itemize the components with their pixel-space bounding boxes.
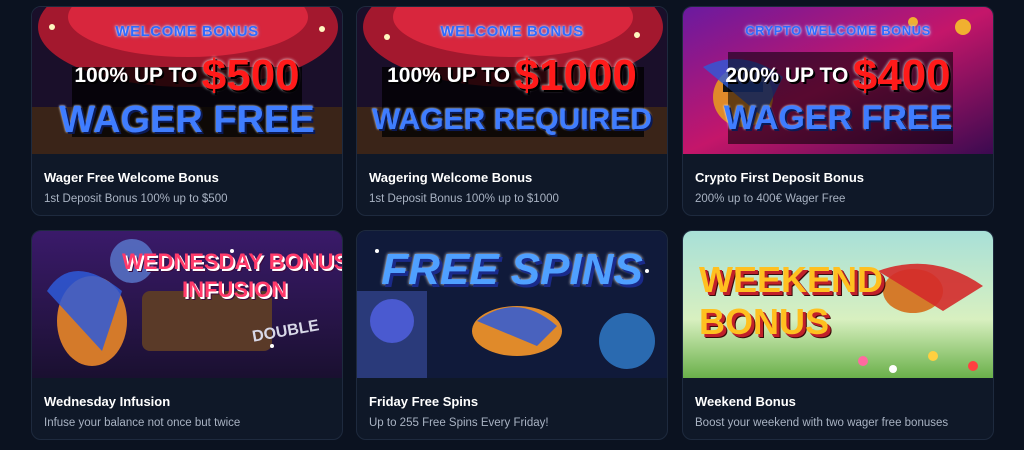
promo-info: Wagering Welcome Bonus 1st Deposit Bonus… — [357, 154, 667, 205]
promo-description: 200% up to 400€ Wager Free — [695, 193, 846, 205]
promo-info: Friday Free Spins Up to 255 Free Spins E… — [357, 378, 667, 429]
promo-info: Crypto First Deposit Bonus 200% up to 40… — [683, 154, 993, 205]
banner-tag: CRYPTO WELCOME BONUS — [745, 23, 931, 38]
banner-tag: WELCOME BONUS — [440, 23, 584, 40]
banner-main: WAGER FREE — [59, 99, 315, 141]
promo-title: Wednesday Infusion — [44, 394, 171, 409]
promo-description: Up to 255 Free Spins Every Friday! — [369, 417, 549, 429]
promo-info: Wager Free Welcome Bonus 1st Deposit Bon… — [32, 154, 342, 205]
promo-card-wager-free-welcome[interactable]: WELCOME BONUS 100% UP TO $500 WAGER FREE… — [31, 6, 343, 216]
banner-line1: WEEKEND — [699, 259, 884, 300]
promo-banner: CRYPTO WELCOME BONUS 200% UP TO $400 WAG… — [683, 7, 993, 154]
promo-card-friday-free-spins[interactable]: FREE SPINS Friday Free Spins Up to 255 F… — [356, 230, 668, 440]
promo-card-crypto-first-deposit[interactable]: CRYPTO WELCOME BONUS 200% UP TO $400 WAG… — [682, 6, 994, 216]
promo-info: Weekend Bonus Boost your weekend with tw… — [683, 378, 993, 429]
promo-card-wagering-welcome[interactable]: WELCOME BONUS 100% UP TO $1000 WAGER REQ… — [356, 6, 668, 216]
banner-line1: FREE SPINS — [381, 245, 643, 294]
promo-banner: WEEKEND BONUS — [683, 231, 993, 378]
banner-amount: $500 — [201, 51, 300, 100]
banner-line1: WEDNESDAY BONUS — [122, 249, 342, 274]
banner-main: WAGER REQUIRED — [371, 103, 653, 136]
banner-line2: INFUSION — [182, 277, 288, 302]
promo-title: Friday Free Spins — [369, 394, 479, 409]
promotions-grid: WELCOME BONUS 100% UP TO $500 WAGER FREE… — [0, 0, 1024, 450]
banner-main: WAGER FREE — [723, 99, 953, 137]
promo-banner: FREE SPINS — [357, 231, 667, 378]
banner-amount: $400 — [852, 51, 951, 100]
promo-description: Infuse your balance not once but twice — [44, 417, 241, 429]
banner-offer: 200% UP TO $400 — [683, 51, 993, 101]
promo-banner: WELCOME BONUS 100% UP TO $500 WAGER FREE — [32, 7, 342, 154]
promo-title: Wager Free Welcome Bonus — [44, 170, 219, 185]
promo-card-weekend-bonus[interactable]: WEEKEND BONUS Weekend Bonus Boost your w… — [682, 230, 994, 440]
promo-description: Boost your weekend with two wager free b… — [695, 417, 949, 429]
promo-description: 1st Deposit Bonus 100% up to $1000 — [369, 193, 559, 205]
promo-banner: WELCOME BONUS 100% UP TO $1000 WAGER REQ… — [357, 7, 667, 154]
banner-pre: 100% UP TO — [387, 64, 511, 87]
banner-pre: 100% UP TO — [74, 64, 198, 87]
banner-amount: $1000 — [514, 51, 637, 100]
banner-pre: 200% UP TO — [725, 64, 849, 87]
banner-line2: BONUS — [699, 301, 830, 342]
banner-offer: 100% UP TO $1000 — [357, 51, 667, 101]
promo-title: Wagering Welcome Bonus — [369, 170, 533, 185]
promo-info: Wednesday Infusion Infuse your balance n… — [32, 378, 342, 429]
promo-card-wednesday-infusion[interactable]: WEDNESDAY BONUS INFUSION DOUBLE Wednesda… — [31, 230, 343, 440]
banner-offer: 100% UP TO $500 — [32, 51, 342, 101]
promo-title: Crypto First Deposit Bonus — [695, 170, 865, 185]
promo-title: Weekend Bonus — [695, 394, 796, 409]
promo-banner: WEDNESDAY BONUS INFUSION DOUBLE — [32, 231, 342, 378]
promo-description: 1st Deposit Bonus 100% up to $500 — [44, 193, 228, 205]
banner-tag: WELCOME BONUS — [115, 23, 259, 40]
